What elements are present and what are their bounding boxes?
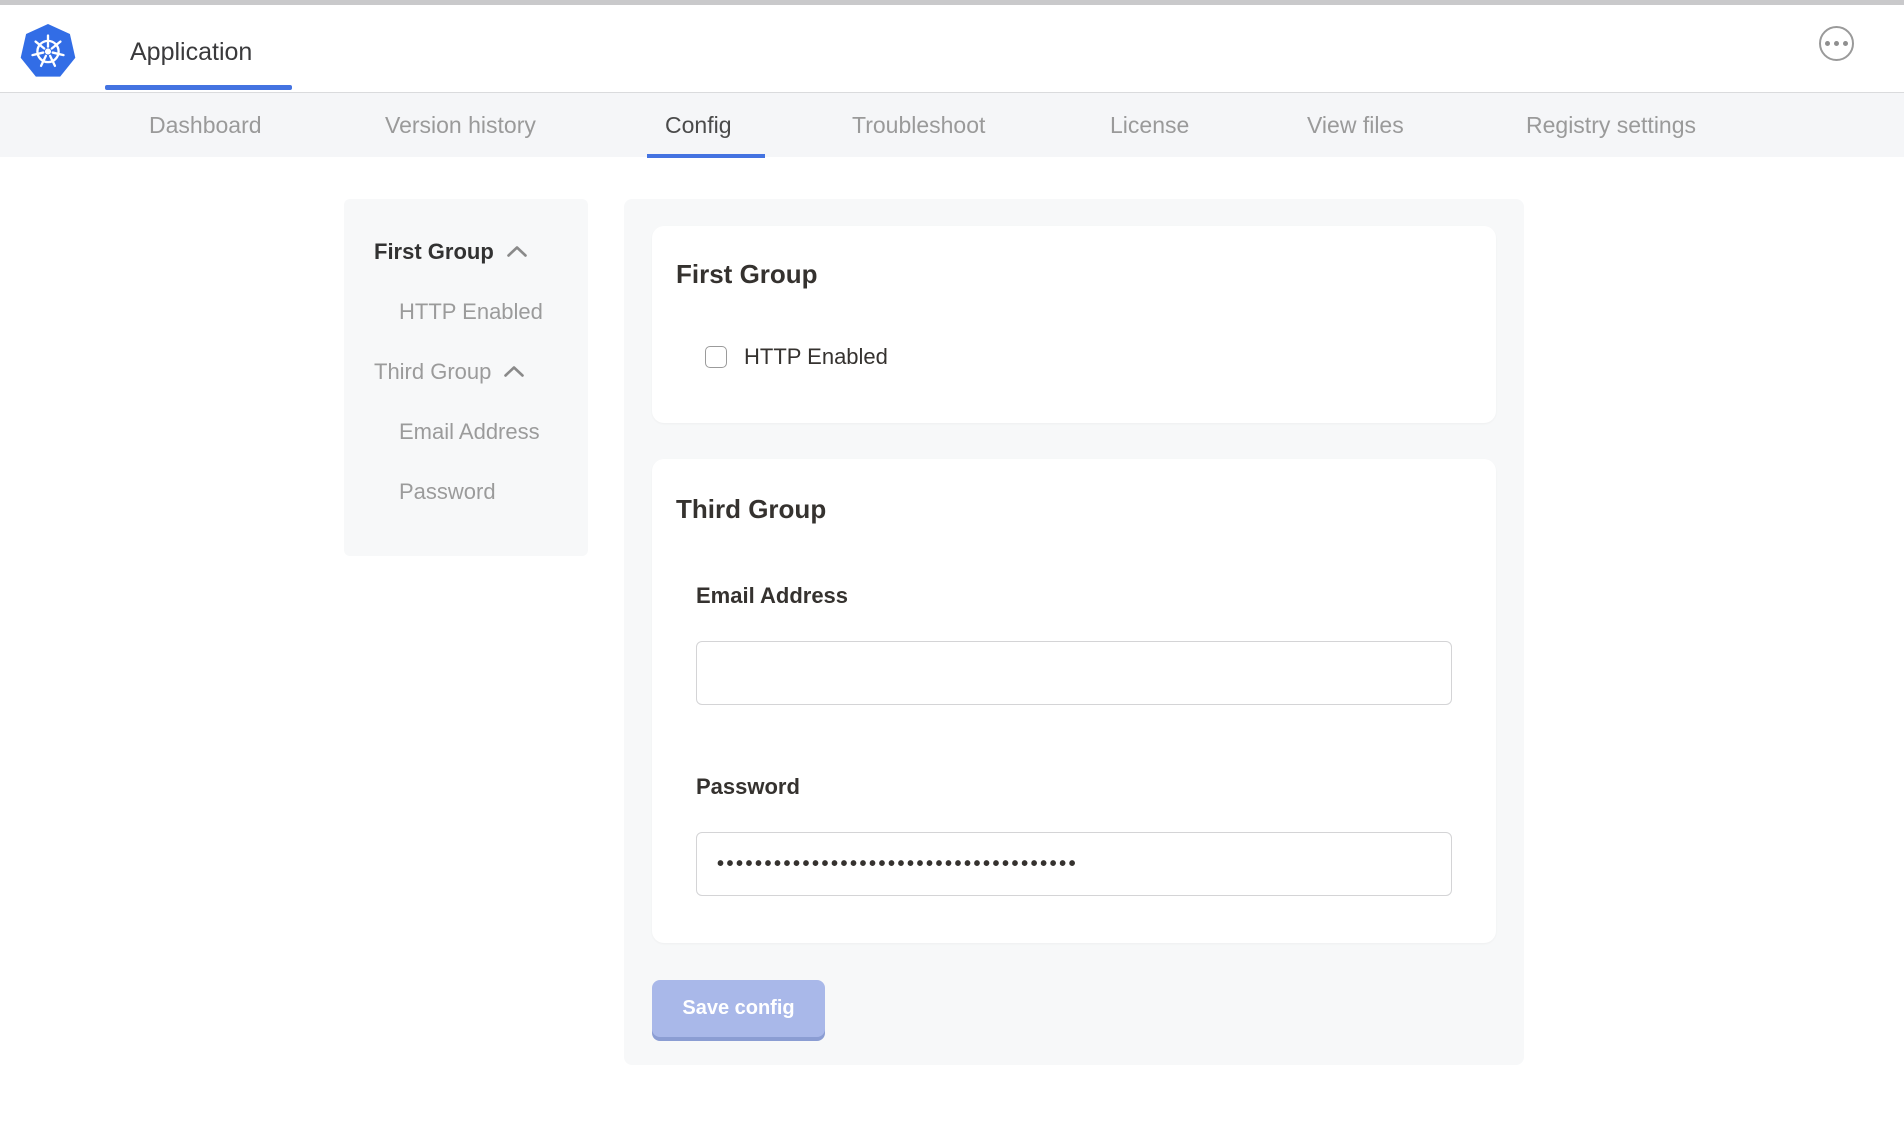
sidebar-item-http-enabled[interactable]: HTTP Enabled bbox=[374, 298, 588, 325]
tab-license[interactable]: License bbox=[1110, 93, 1189, 158]
config-sidebar: First Group HTTP Enabled Third Group Ema… bbox=[344, 199, 588, 556]
chevron-up-icon bbox=[503, 365, 525, 378]
tab-view-files[interactable]: View files bbox=[1307, 93, 1404, 158]
save-config-button[interactable]: Save config bbox=[652, 980, 825, 1037]
config-group-card-first: First Group HTTP Enabled bbox=[652, 226, 1496, 423]
sidebar-item-password[interactable]: Password bbox=[374, 478, 588, 505]
active-nav-tab-underline bbox=[647, 154, 765, 158]
http-enabled-field: HTTP Enabled bbox=[705, 345, 888, 369]
password-label: Password bbox=[696, 774, 800, 800]
email-address-label: Email Address bbox=[696, 583, 848, 609]
tab-version-history[interactable]: Version history bbox=[385, 93, 536, 158]
sidebar-item-label: HTTP Enabled bbox=[399, 298, 543, 325]
config-group-card-third: Third Group Email Address Password bbox=[652, 459, 1496, 943]
app-header: Application bbox=[0, 0, 1904, 92]
group-title: Third Group bbox=[676, 494, 826, 524]
sidebar-group-label: First Group bbox=[374, 238, 494, 265]
password-input[interactable] bbox=[696, 832, 1452, 896]
active-app-tab-underline bbox=[105, 85, 292, 90]
app-nav: Dashboard Version history Config Trouble… bbox=[0, 92, 1904, 157]
app-tab-label: Application bbox=[130, 37, 252, 67]
sidebar-group-third-group[interactable]: Third Group bbox=[374, 358, 588, 385]
kots-admin-screen: Application Dashboard Version history Co… bbox=[0, 0, 1904, 1122]
sidebar-group-first-group[interactable]: First Group bbox=[374, 238, 588, 265]
sidebar-group-label: Third Group bbox=[374, 358, 491, 385]
sidebar-item-label: Email Address bbox=[399, 418, 540, 445]
overflow-menu-button[interactable] bbox=[1819, 26, 1854, 61]
config-main-panel: First Group HTTP Enabled Third Group Ema… bbox=[624, 199, 1524, 1065]
sidebar-item-label: Password bbox=[399, 478, 496, 505]
tab-config[interactable]: Config bbox=[665, 93, 731, 158]
group-title: First Group bbox=[676, 259, 818, 289]
tab-troubleshoot[interactable]: Troubleshoot bbox=[852, 93, 985, 158]
tab-registry-settings[interactable]: Registry settings bbox=[1526, 93, 1696, 158]
chevron-up-icon bbox=[506, 245, 528, 258]
sidebar-item-email-address[interactable]: Email Address bbox=[374, 418, 588, 445]
checkbox-label[interactable]: HTTP Enabled bbox=[744, 345, 888, 369]
kubernetes-logo-icon bbox=[18, 24, 78, 79]
email-address-input[interactable] bbox=[696, 641, 1452, 705]
http-enabled-checkbox[interactable] bbox=[705, 346, 727, 368]
tab-dashboard[interactable]: Dashboard bbox=[149, 93, 262, 158]
ellipsis-icon bbox=[1825, 41, 1830, 46]
